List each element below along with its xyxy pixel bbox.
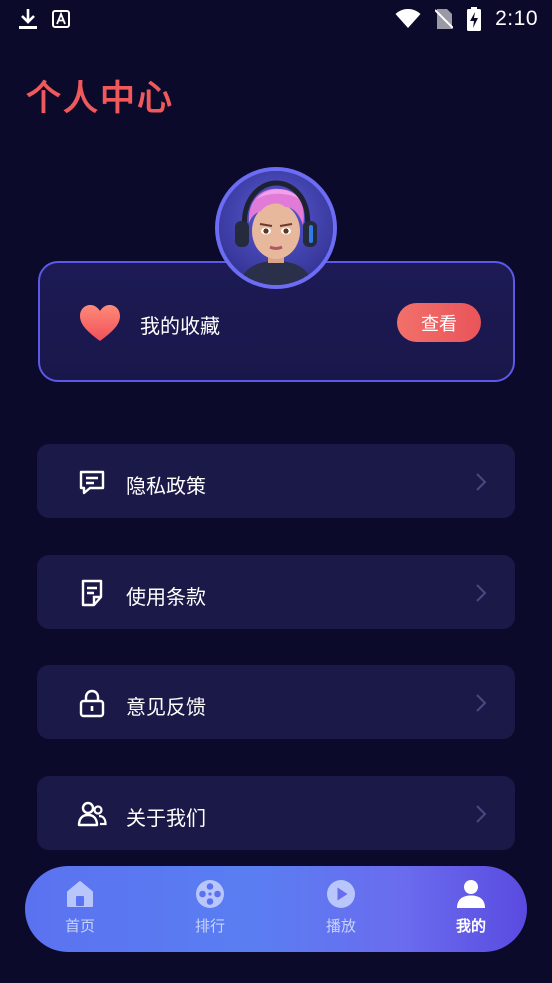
user-icon [457,880,485,908]
nav-label: 我的 [455,917,486,935]
users-icon [77,801,107,827]
nav-label: 首页 [64,917,95,935]
no-sim-icon [435,9,454,29]
nav-item-mine[interactable]: 我的 [426,866,516,952]
status-bar: 2:10 [0,0,552,38]
bottom-nav: 首页 排行 播放 我的 [25,866,527,952]
nav-item-home[interactable]: 首页 [35,866,125,952]
film-reel-icon [196,880,224,908]
heart-icon [80,305,120,341]
menu-item-privacy-policy[interactable]: 隐私政策 [37,444,515,518]
lock-icon [79,689,105,718]
nav-item-ranking[interactable]: 排行 [165,866,255,952]
nav-label: 播放 [325,917,356,935]
menu-item-feedback[interactable]: 意见反馈 [37,665,515,739]
chevron-right-icon [476,473,487,491]
menu-item-about-us[interactable]: 关于我们 [37,776,515,850]
chevron-right-icon [476,805,487,823]
status-left [18,8,70,30]
menu-item-terms-of-use[interactable]: 使用条款 [37,555,515,629]
avatar[interactable] [215,167,337,289]
menu-label: 使用条款 [126,585,206,609]
download-icon [19,9,37,29]
home-icon [67,881,93,907]
favorites-label: 我的收藏 [140,314,220,338]
text-app-icon [52,10,70,28]
nav-label: 排行 [194,917,225,935]
play-circle-icon [327,880,355,908]
nav-item-play[interactable]: 播放 [296,866,386,952]
avatar-image [219,171,333,285]
menu-label: 意见反馈 [126,695,206,719]
menu-label: 关于我们 [126,806,206,830]
page-title: 个人中心 [26,79,175,119]
status-right: 2:10 [395,7,538,31]
status-time: 2:10 [495,7,538,30]
document-icon [81,579,103,607]
menu-label: 隐私政策 [126,474,206,498]
chevron-right-icon [476,584,487,602]
view-favorites-button[interactable]: 查看 [397,303,481,342]
chevron-right-icon [476,694,487,712]
wifi-icon [395,9,421,28]
message-square-icon [79,470,105,495]
battery-charging-icon [467,7,482,31]
